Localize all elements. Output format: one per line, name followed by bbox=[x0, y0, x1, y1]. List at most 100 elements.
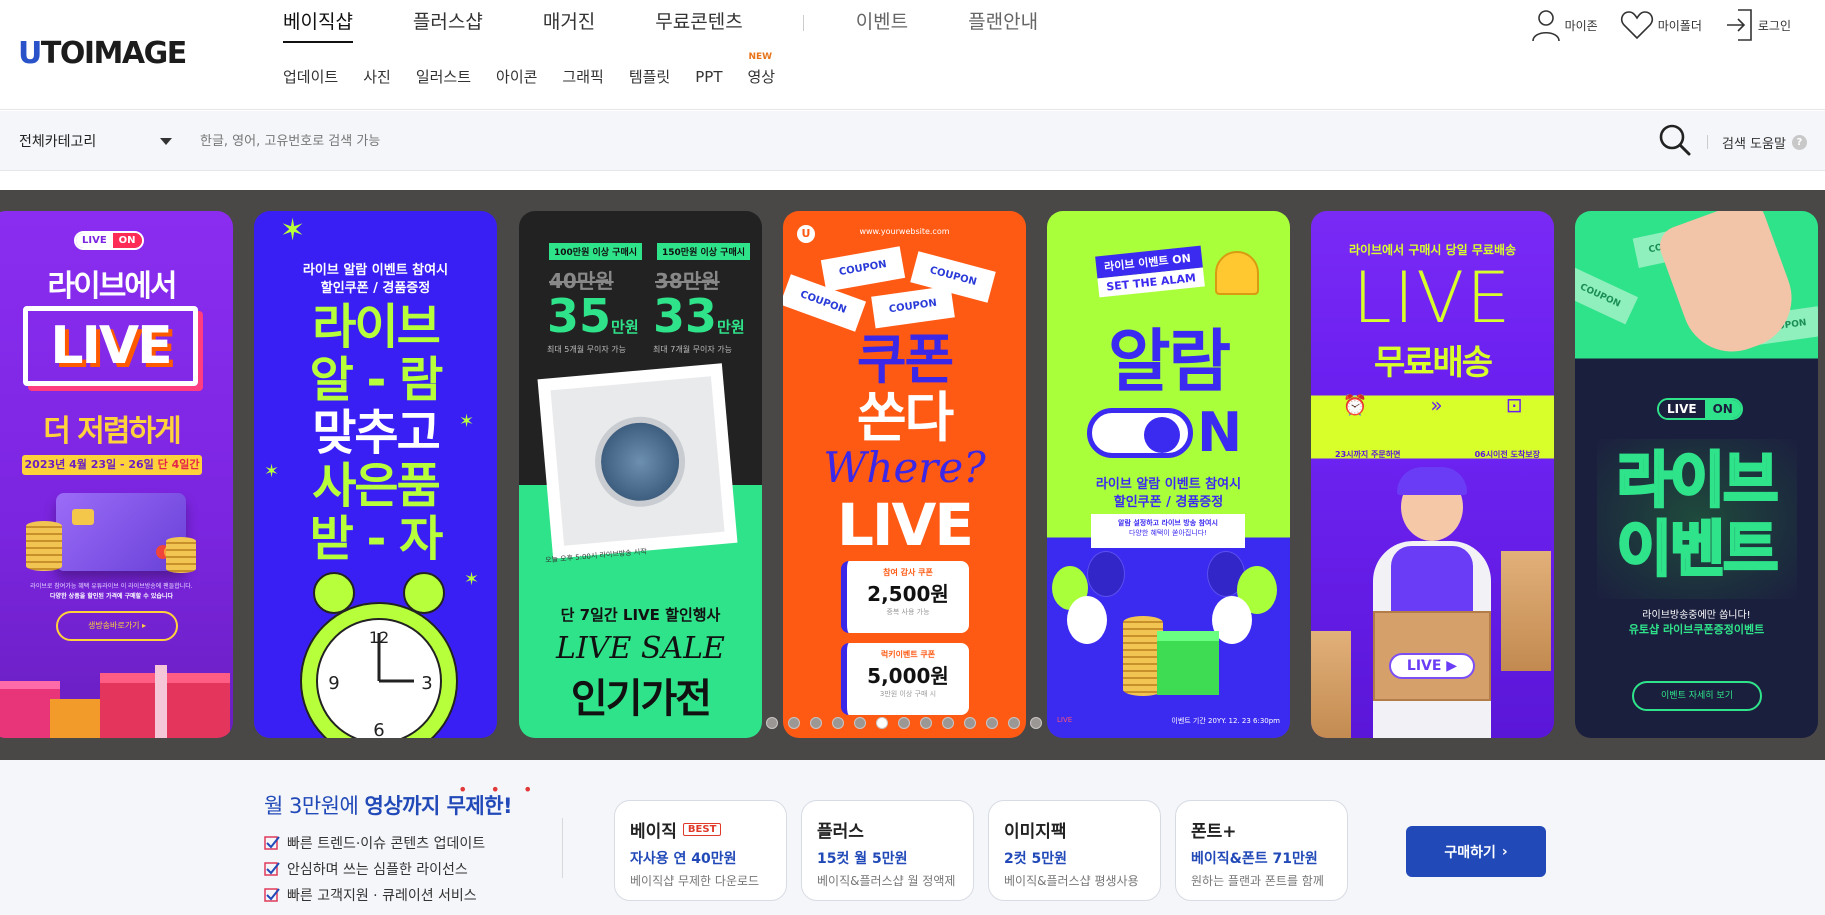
card3-tag1: 100만원 이상 구매시 bbox=[549, 243, 643, 260]
card7-sub2: 유토샵 라이브쿠폰증정이벤트 bbox=[1628, 623, 1765, 636]
coins-left bbox=[26, 521, 62, 571]
plan-card-imagepack[interactable]: 이미지팩 2컷 5만원 베이직&플러스샵 평생사용 bbox=[988, 800, 1161, 901]
main-nav: 베이직샵 플러스샵 매거진 무료콘텐츠 이벤트 플랜안내 bbox=[283, 7, 1098, 43]
subscription-promo: • • • 월 3만원에 영상까지 무제한! 빠른 트렌드·이슈 콘텐츠 업데이… bbox=[0, 760, 1825, 915]
badge-on: ON bbox=[1704, 400, 1741, 418]
plan-card-plus[interactable]: 플러스 15컷 월 5만원 베이직&플러스샵 월 정액제 bbox=[801, 800, 974, 901]
card3-tag2: 150만원 이상 구매시 bbox=[657, 243, 751, 260]
buy-button[interactable]: 구매하기 › bbox=[1406, 826, 1546, 877]
nav-event[interactable]: 이벤트 bbox=[856, 7, 908, 40]
washing-machine-frame bbox=[537, 363, 738, 559]
subnav-video[interactable]: NEW 영상 bbox=[748, 52, 776, 87]
subnav-photo[interactable]: 사진 bbox=[363, 66, 391, 87]
carousel-card-1[interactable]: LIVE ON 라이브에서 LIVE 더 저렴하게 2023년 4월 23일 -… bbox=[0, 211, 233, 738]
carousel-dot[interactable] bbox=[986, 717, 998, 729]
card6-info: 23시까지 주문하면 06시이전 도착보장 bbox=[1335, 449, 1540, 460]
nav-plans[interactable]: 플랜안내 bbox=[968, 7, 1038, 40]
plan-card-font[interactable]: 폰트+ 베이직&폰트 71만원 원하는 플랜과 폰트를 함께 bbox=[1175, 800, 1348, 901]
carousel-card-4[interactable]: U www.yourwebsite.com COUPON COUPON COUP… bbox=[783, 211, 1026, 738]
sub-nav: 업데이트 사진 일러스트 아이콘 그래픽 템플릿 PPT NEW 영상 bbox=[283, 52, 800, 87]
benefit-item: 빠른 고객지원 · 큐레이션 서비스 bbox=[264, 882, 485, 908]
nav-plus-shop[interactable]: 플러스샵 bbox=[413, 7, 483, 40]
carousel-dot[interactable] bbox=[854, 717, 866, 729]
banner-carousel[interactable]: LIVE ON 라이브에서 LIVE 더 저렴하게 2023년 4월 23일 -… bbox=[0, 190, 1825, 760]
carousel-card-2[interactable]: 라이브 알람 이벤트 참여시 할인쿠폰 / 경품증정 라이브 알 - 람 맞추고… bbox=[254, 211, 497, 738]
card5-toggle-n: N bbox=[1197, 401, 1242, 464]
subnav-illust[interactable]: 일러스트 bbox=[416, 66, 471, 87]
carousel-card-7[interactable]: COUPON COUPON COUPON LIVE ON 라이브 이벤트 라이브… bbox=[1575, 211, 1818, 738]
gift-ribbon bbox=[155, 665, 167, 738]
clock-icon: ⏰ bbox=[1342, 393, 1368, 417]
logo[interactable]: UTOIMAGE bbox=[18, 36, 187, 71]
subnav-graphic[interactable]: 그래픽 bbox=[562, 66, 603, 87]
carousel-dot[interactable] bbox=[788, 717, 800, 729]
card4-coupon-2: 럭키이벤트 쿠폰 5,000원 3만원 이상 구매 시 bbox=[841, 643, 969, 715]
card1-small2: 다양한 상품을 할인된 가격에 구매할 수 있습니다 bbox=[50, 593, 173, 600]
benefit-item: 빠른 트렌드·이슈 콘텐츠 업데이트 bbox=[264, 830, 485, 856]
subnav-update[interactable]: 업데이트 bbox=[283, 66, 338, 87]
card3-script: LIVE SALE bbox=[556, 631, 725, 666]
carousel-dot[interactable] bbox=[1008, 717, 1020, 729]
myfolder-link[interactable]: 마이폴더 bbox=[1620, 10, 1702, 40]
card2-line-1: 라이브 bbox=[312, 299, 440, 355]
category-select[interactable]: 전체카테고리 bbox=[19, 131, 96, 151]
courier-cap bbox=[1397, 467, 1467, 495]
login-link[interactable]: 로그인 bbox=[1724, 8, 1791, 42]
card7-detail-button: 이벤트 자세히 보기 bbox=[1632, 681, 1762, 711]
svg-text:6: 6 bbox=[373, 720, 384, 738]
carousel-dot[interactable] bbox=[964, 717, 976, 729]
nav-free-content[interactable]: 무료콘텐츠 bbox=[655, 7, 742, 40]
svg-text:3: 3 bbox=[421, 673, 432, 694]
promo-divider bbox=[562, 818, 563, 878]
carousel-dot[interactable] bbox=[898, 717, 910, 729]
card2-line-4: 사은품 bbox=[312, 458, 440, 514]
myzone-link[interactable]: 마이존 bbox=[1531, 8, 1598, 42]
carousel-dot[interactable] bbox=[942, 717, 954, 729]
carousel-card-3[interactable]: 100만원 이상 구매시 150만원 이상 구매시 40만원 38만원 35만원… bbox=[519, 211, 762, 738]
card4-url: www.yourwebsite.com bbox=[859, 227, 950, 236]
checkbox-check-icon bbox=[264, 888, 280, 902]
search-help-label: 검색 도움말 bbox=[1722, 137, 1786, 152]
user-icon bbox=[1531, 10, 1560, 42]
carousel-dot[interactable] bbox=[920, 717, 932, 729]
svg-text:9: 9 bbox=[328, 673, 339, 694]
search-input[interactable] bbox=[200, 125, 1600, 157]
carousel-dot[interactable] bbox=[766, 717, 778, 729]
nav-magazine[interactable]: 매거진 bbox=[543, 7, 595, 40]
coins-right bbox=[166, 537, 196, 573]
subnav-template[interactable]: 템플릿 bbox=[629, 66, 670, 87]
carousel-dot[interactable] bbox=[810, 717, 822, 729]
nav-divider bbox=[802, 15, 804, 31]
carousel-dot-active[interactable] bbox=[876, 717, 888, 729]
carousel-dot[interactable] bbox=[1030, 717, 1042, 729]
caret-down-icon[interactable] bbox=[160, 138, 172, 145]
search-button[interactable] bbox=[1658, 123, 1692, 161]
carousel-dot[interactable] bbox=[832, 717, 844, 729]
promo-h2: 영상까지 bbox=[364, 794, 447, 818]
benefit-item: 안심하며 쓰는 심플한 라이선스 bbox=[264, 856, 485, 882]
card6-big: LIVE bbox=[1352, 257, 1513, 339]
carousel-pagination bbox=[766, 717, 1052, 729]
balloon-white bbox=[1067, 596, 1107, 644]
card2-top2: 할인쿠폰 / 경품증정 bbox=[320, 281, 431, 296]
carousel-card-6[interactable]: 라이브에서 구매시 당일 무료배송 LIVE 무료배송 ⏰ » ⊡ 23시까지 주문… bbox=[1311, 211, 1554, 738]
header: UTOIMAGE 베이직샵 플러스샵 매거진 무료콘텐츠 이벤트 플랜안내 업데… bbox=[0, 0, 1825, 110]
promo-headline: 월 3만원에 영상까지 무제한! bbox=[264, 790, 513, 820]
toggle-switch bbox=[1087, 408, 1193, 458]
card1-small: 라이브로 참여가능 혜택 유튜라이브 이 라이브방송에 팬들합니다. bbox=[30, 583, 193, 590]
subnav-ppt[interactable]: PPT bbox=[695, 68, 722, 86]
card3-caption: 단 7일간 LIVE 할인행사 bbox=[560, 606, 721, 624]
carousel-card-5[interactable]: 라이브 이벤트 ON SET THE ALAM 알람 N 라이브 알람 이벤트 … bbox=[1047, 211, 1290, 738]
search-bar: 전체카테고리 검색 도움말? bbox=[0, 111, 1825, 171]
card1-date: 2023년 4월 23일 - 26일 단 4일간 bbox=[22, 455, 202, 475]
subnav-icon[interactable]: 아이콘 bbox=[496, 66, 537, 87]
search-help[interactable]: 검색 도움말? bbox=[1722, 133, 1807, 152]
card5-l2: 할인쿠폰 / 경품증정 bbox=[1113, 495, 1224, 510]
plan-card-basic[interactable]: 베이직 BEST 자사용 연 40만원 베이직샵 무제한 다운로드 bbox=[614, 800, 787, 901]
plan-desc: 베이직&플러스샵 월 정액제 bbox=[817, 874, 956, 888]
card3-new2: 33 bbox=[653, 289, 718, 343]
nav-basic-shop[interactable]: 베이직샵 bbox=[283, 7, 353, 43]
coupon-ticket-1: COUPON bbox=[820, 246, 906, 292]
plan-desc: 베이직&플러스샵 평생사용 bbox=[1004, 874, 1139, 888]
plan-name: 폰트+ bbox=[1191, 822, 1237, 842]
